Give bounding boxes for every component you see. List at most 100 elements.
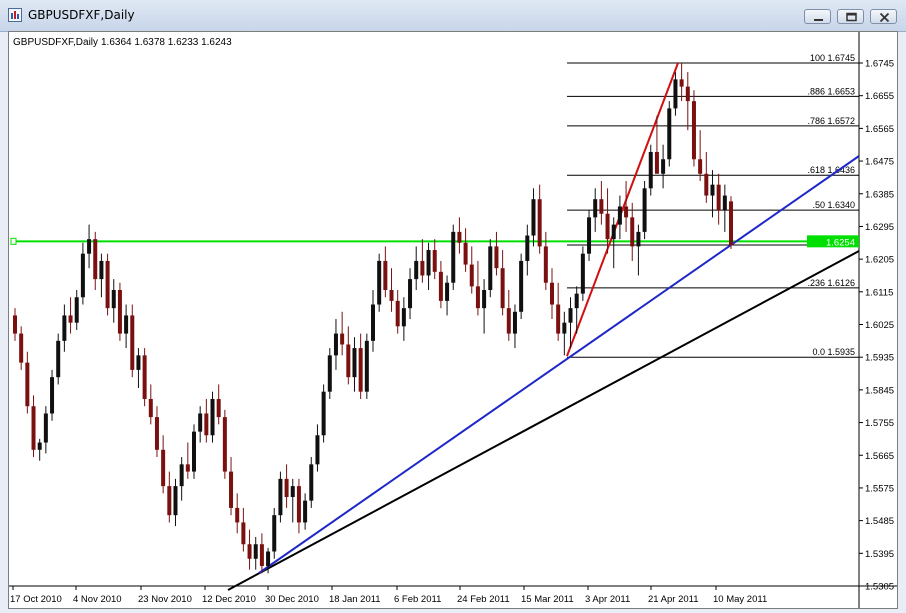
close-button[interactable] — [870, 9, 897, 24]
y-tick-label: 1.5845 — [865, 385, 894, 396]
candle-body — [303, 500, 308, 523]
fib-level-label: 0.0 1.5935 — [812, 347, 855, 357]
fib-level-label: .50 1.6340 — [812, 200, 855, 210]
candle-body — [716, 184, 721, 211]
candle-body — [333, 333, 338, 356]
candle-body — [229, 471, 234, 508]
candle-body — [154, 417, 159, 450]
candle-body — [327, 355, 332, 392]
candle-body — [667, 108, 672, 160]
candle-body — [278, 478, 283, 516]
chart-window-icon — [8, 8, 22, 22]
candle-body — [642, 188, 647, 232]
candle-body — [142, 355, 147, 399]
candle-body — [617, 206, 622, 225]
horizontal-line-handle[interactable] — [10, 237, 17, 245]
current-price-label: 1.6254 — [826, 237, 855, 248]
candle-body — [679, 79, 684, 87]
candle-body — [68, 315, 73, 323]
minimize-button[interactable] — [804, 9, 831, 24]
candle-body — [636, 231, 641, 247]
candle-body — [31, 406, 36, 450]
x-tick-label: 23 Nov 2010 — [138, 594, 192, 605]
candle-body — [235, 507, 240, 523]
candle-body — [371, 304, 375, 341]
candle-body — [321, 391, 326, 436]
candle-body — [105, 260, 110, 309]
minimize-icon — [814, 19, 823, 21]
y-tick-label: 1.5305 — [865, 582, 894, 593]
fib-level-label: .886 1.6653 — [807, 86, 855, 96]
candle-body — [62, 315, 67, 341]
candle-body — [722, 195, 727, 211]
candle-body — [210, 398, 215, 436]
y-tick-label: 1.6025 — [865, 320, 894, 331]
candle-body — [259, 544, 264, 567]
y-tick-label: 1.6295 — [865, 222, 894, 233]
candle-body — [377, 260, 382, 305]
restore-icon — [846, 12, 857, 22]
candle-body — [574, 293, 579, 309]
candle-body — [87, 239, 92, 254]
candle-body — [463, 242, 468, 265]
candle-body — [414, 260, 419, 280]
y-tick-label: 1.5665 — [865, 451, 894, 462]
candle-body — [309, 464, 314, 501]
candle-body — [469, 264, 474, 287]
candle-body — [587, 217, 592, 254]
candle-body — [438, 271, 443, 301]
fib-swing-line[interactable] — [566, 62, 679, 357]
title-bar[interactable]: GBPUSDFXF,Daily — [0, 0, 906, 32]
x-tick-label: 18 Jan 2011 — [329, 594, 381, 605]
candle-body — [426, 250, 431, 276]
candle-body — [488, 246, 493, 290]
candle-body — [358, 348, 363, 392]
candle-body — [352, 348, 357, 378]
candle-body — [685, 86, 690, 102]
candle-body — [167, 486, 172, 516]
candle-body — [136, 355, 141, 370]
chart-header-ohlc: 1.6364 1.6378 1.6233 1.6243 — [101, 37, 232, 48]
price-chart[interactable]: GBPUSDFXF,Daily 1.6364 1.6378 1.6233 1.6… — [9, 32, 897, 608]
candle-body — [704, 173, 709, 196]
x-tick-label: 17 Oct 2010 — [10, 594, 62, 605]
candle-body — [401, 308, 406, 327]
candle-body — [556, 304, 561, 334]
y-tick-label: 1.6115 — [865, 287, 893, 298]
candle-body — [654, 151, 659, 174]
fib-level-label: .786 1.6572 — [807, 116, 855, 126]
candle-body — [512, 311, 517, 334]
candle-body — [13, 315, 17, 334]
candle-body — [389, 289, 394, 301]
candle-body — [340, 333, 345, 345]
candle-body — [519, 260, 524, 312]
candle-body — [296, 486, 301, 523]
x-tick-label: 15 Mar 2011 — [521, 594, 574, 605]
candle-body — [364, 340, 369, 392]
candle-body — [25, 362, 30, 407]
chart-area[interactable]: GBPUSDFXF,Daily 1.6364 1.6378 1.6233 1.6… — [8, 31, 898, 609]
candle-body — [290, 486, 295, 498]
y-tick-label: 1.5395 — [865, 549, 894, 560]
candle-body — [284, 478, 289, 498]
y-tick-label: 1.5485 — [865, 516, 894, 527]
x-tick-label: 24 Feb 2011 — [457, 594, 510, 605]
candle-body — [525, 235, 530, 261]
candle-body — [253, 544, 258, 559]
candle-body — [605, 213, 610, 240]
candle-body — [315, 435, 320, 465]
candle-body — [451, 231, 456, 283]
candle-body — [247, 544, 252, 559]
fib-level-label: .618 1.6436 — [807, 165, 855, 175]
candle-body — [185, 464, 190, 472]
candle-body — [19, 333, 24, 363]
restore-button[interactable] — [837, 9, 864, 24]
candle-body — [117, 289, 122, 334]
close-icon — [879, 12, 890, 23]
fib-level-label: 100 1.6745 — [810, 53, 855, 63]
candle-body — [624, 206, 629, 218]
candle-body — [50, 377, 55, 414]
candle-body — [482, 289, 487, 309]
candle-body — [56, 340, 61, 378]
candle-body — [475, 286, 480, 309]
